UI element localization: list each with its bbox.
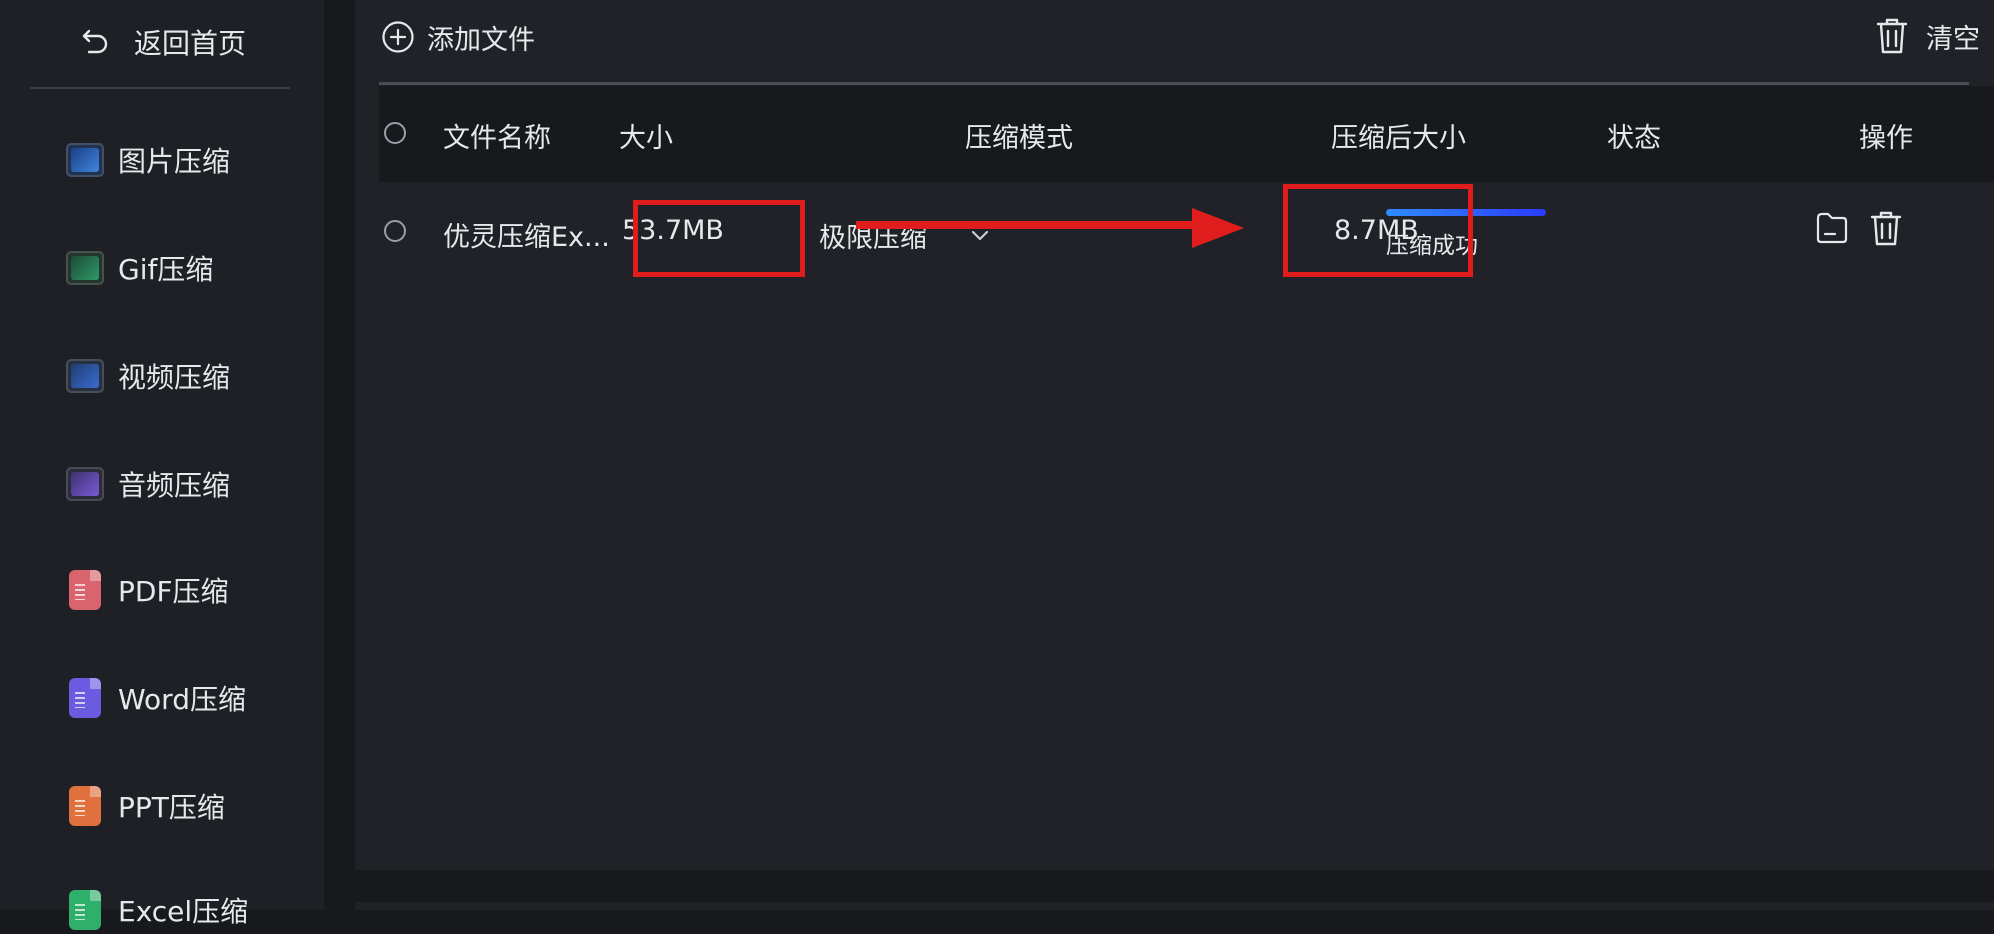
sidebar-item-video[interactable]: 视频压缩 <box>66 352 306 400</box>
return-icon <box>82 29 108 54</box>
sidebar-item-label: Excel压缩 <box>118 895 249 928</box>
column-header-name: 文件名称 <box>443 123 551 154</box>
sidebar: 返回首页 图片压缩 Gif压缩 视频压缩 音频压缩 PDF压缩 Word压缩 P… <box>0 0 324 930</box>
sidebar-item-gif[interactable]: Gif压缩 <box>66 244 306 292</box>
back-home-label: 返回首页 <box>134 27 247 60</box>
image-icon <box>66 143 104 177</box>
sidebar-item-label: 图片压缩 <box>118 145 231 178</box>
sidebar-item-label: PPT压缩 <box>118 791 225 824</box>
row-select-radio[interactable] <box>384 220 406 242</box>
open-folder-icon[interactable] <box>1815 208 1849 248</box>
sidebar-item-image[interactable]: 图片压缩 <box>66 136 306 184</box>
file-name: 优灵压缩Ex... <box>443 222 610 253</box>
highlight-original-size <box>633 200 805 277</box>
bottom-panel-edge <box>355 902 1994 910</box>
add-file-button[interactable]: 添加文件 <box>381 18 535 56</box>
table-header: 文件名称 大小 压缩模式 压缩后大小 状态 操作 <box>379 86 1994 182</box>
audio-icon <box>66 467 104 501</box>
column-header-compressed-size: 压缩后大小 <box>1331 123 1466 154</box>
annotation-arrow <box>856 208 1244 248</box>
add-circle-icon <box>382 21 414 53</box>
column-header-size: 大小 <box>619 123 673 154</box>
main-panel: 添加文件 清空 文件名称 大小 压缩模式 压缩后大小 状态 操作 优灵压缩Ex.… <box>355 0 1994 870</box>
column-header-actions: 操作 <box>1859 123 1913 154</box>
sidebar-item-pdf[interactable]: PDF压缩 <box>66 566 306 614</box>
clear-label: 清空 <box>1926 23 1980 55</box>
sidebar-item-excel[interactable]: Excel压缩 <box>66 886 306 934</box>
sidebar-item-ppt[interactable]: PPT压缩 <box>66 782 306 830</box>
delete-icon[interactable] <box>1869 208 1903 248</box>
column-header-mode: 压缩模式 <box>965 123 1073 154</box>
ppt-icon <box>69 786 101 826</box>
sidebar-divider <box>30 87 290 89</box>
word-icon <box>69 678 101 718</box>
sidebar-item-label: 音频压缩 <box>118 469 231 502</box>
gif-icon <box>66 251 104 285</box>
select-all-radio[interactable] <box>384 122 406 144</box>
video-icon <box>66 359 104 393</box>
pdf-icon <box>69 570 101 610</box>
sidebar-item-audio[interactable]: 音频压缩 <box>66 460 306 508</box>
sidebar-item-label: PDF压缩 <box>118 575 229 608</box>
clear-button[interactable]: 清空 <box>1874 14 1980 58</box>
sidebar-item-word[interactable]: Word压缩 <box>66 674 306 722</box>
back-home-button[interactable]: 返回首页 <box>80 22 246 62</box>
sidebar-item-label: Word压缩 <box>118 683 246 716</box>
sidebar-item-label: Gif压缩 <box>118 253 214 286</box>
column-header-status: 状态 <box>1607 123 1661 154</box>
excel-icon <box>69 890 101 930</box>
add-file-label: 添加文件 <box>427 24 535 56</box>
highlight-compressed-size <box>1283 184 1473 277</box>
sidebar-item-label: 视频压缩 <box>118 361 231 394</box>
toolbar-divider <box>379 82 1969 85</box>
trash-icon <box>1876 18 1908 54</box>
